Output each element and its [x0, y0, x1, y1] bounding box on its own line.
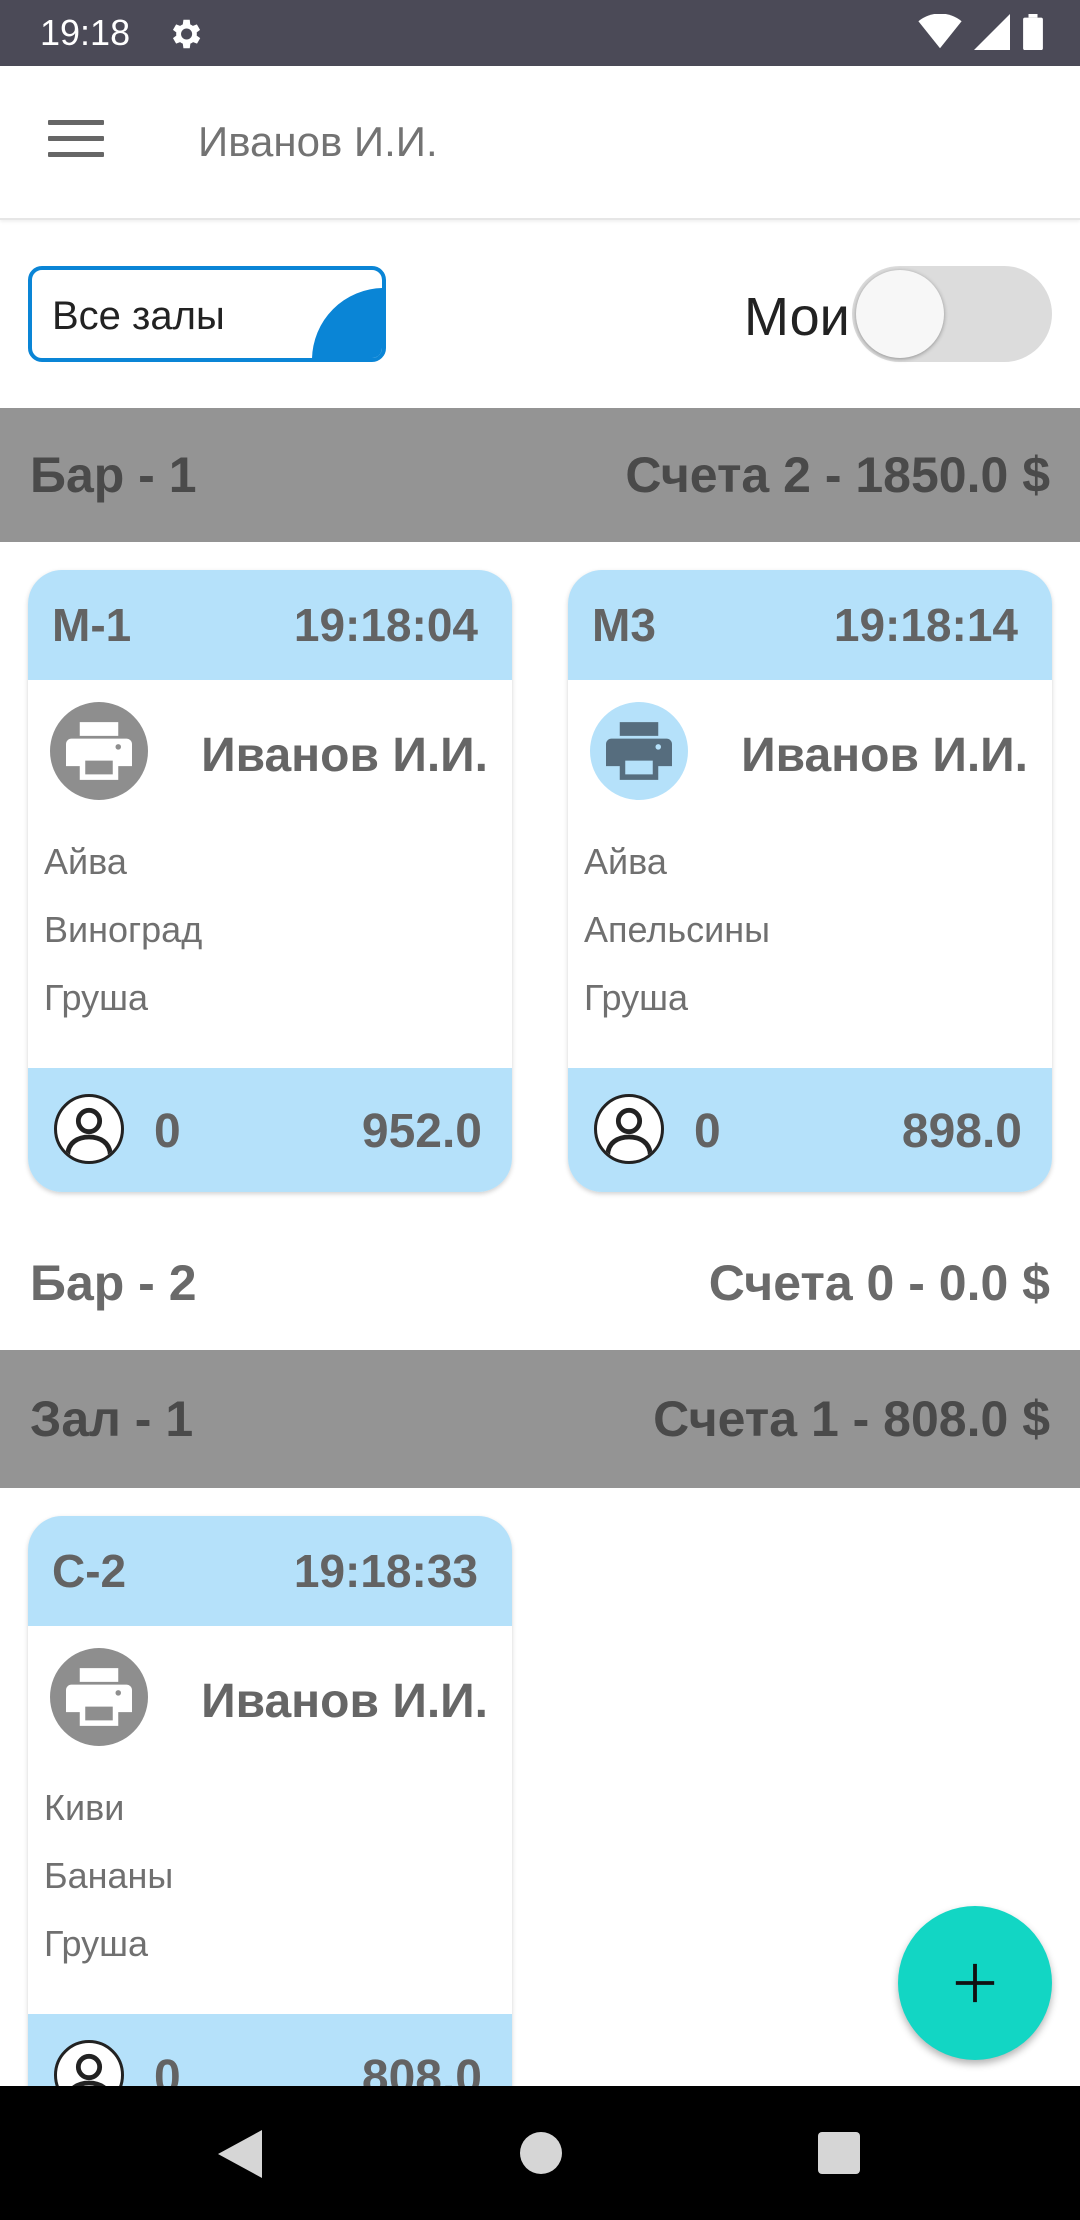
- order-items: Киви Бананы Груша: [44, 1774, 173, 1978]
- card-body: Иванов И.И. Айва Апельсины Груша: [568, 680, 1052, 1068]
- app-bar: Иванов И.И.: [0, 66, 1080, 220]
- order-item: Айва: [584, 841, 667, 882]
- cellular-signal-icon: [974, 14, 1010, 50]
- hamburger-menu-icon[interactable]: [48, 120, 104, 164]
- section-summary: Счета 2 - 1850.0 $: [625, 447, 1050, 503]
- order-total: 952.0: [361, 1105, 482, 1158]
- app-title: Иванов И.И.: [198, 118, 438, 165]
- order-item: Бананы: [44, 1855, 174, 1896]
- table-number: М3: [592, 599, 656, 651]
- person-icon: [594, 1094, 664, 1164]
- card-footer: 0 898.0: [568, 1068, 1052, 1192]
- order-items: Айва Апельсины Груша: [584, 828, 770, 1032]
- section-name: Бар - 1: [30, 447, 197, 503]
- order-item: Апельсины: [584, 909, 770, 950]
- order-item: Груша: [44, 1923, 148, 1964]
- order-card[interactable]: М-1 19:18:04 Иванов И.И. Айва Виноград Г…: [28, 570, 512, 1192]
- order-total: 898.0: [901, 1105, 1022, 1158]
- order-item: Виноград: [44, 909, 203, 950]
- waiter-name: Иванов И.И.: [741, 729, 1028, 782]
- order-item: Айва: [44, 841, 127, 882]
- section-name: Зал - 1: [30, 1391, 194, 1447]
- home-icon[interactable]: [520, 2132, 562, 2174]
- mine-toggle-label: Мои: [744, 287, 850, 347]
- mine-toggle-switch[interactable]: [852, 266, 1052, 362]
- wifi-icon: [918, 14, 962, 49]
- guest-count: 0: [154, 1105, 181, 1158]
- hall-select-value: Все залы: [52, 294, 225, 338]
- recent-apps-icon[interactable]: [818, 2132, 860, 2174]
- card-body: Иванов И.И. Киви Бананы Груша: [28, 1626, 512, 2014]
- plus-icon: [955, 1963, 995, 2003]
- status-indicators: [918, 14, 1044, 50]
- order-card[interactable]: С-2 19:18:33 Иванов И.И. Киви Бананы Гру…: [28, 1516, 512, 2138]
- person-icon: [54, 1094, 124, 1164]
- order-card[interactable]: М3 19:18:14 Иванов И.И. Айва Апельсины Г…: [568, 570, 1052, 1192]
- order-time: 19:18:33: [293, 1545, 478, 1597]
- waiter-name: Иванов И.И.: [201, 729, 488, 782]
- section-summary: Счета 1 - 808.0 $: [653, 1391, 1050, 1447]
- order-items: Айва Виноград Груша: [44, 828, 202, 1032]
- dropdown-corner-icon: [312, 288, 382, 358]
- back-icon[interactable]: [218, 2130, 262, 2178]
- section-name: Бар - 2: [30, 1255, 197, 1311]
- settings-gear-icon: [172, 19, 201, 49]
- table-number: С-2: [52, 1545, 127, 1597]
- printer-icon[interactable]: [590, 702, 688, 800]
- order-item: Груша: [584, 977, 688, 1018]
- section-summary: Счета 0 - 0.0 $: [708, 1255, 1050, 1311]
- printer-icon[interactable]: [50, 702, 148, 800]
- order-item: Груша: [44, 977, 148, 1018]
- card-header: С-2 19:18:33: [28, 1516, 512, 1626]
- card-header: М3 19:18:14: [568, 570, 1052, 680]
- toggle-knob: [856, 270, 944, 358]
- status-bar: 19:18: [0, 0, 1080, 66]
- section-header-bar-1[interactable]: Бар - 1 Счета 2 - 1850.0 $: [0, 408, 1080, 542]
- printer-icon[interactable]: [50, 1648, 148, 1746]
- waiter-name: Иванов И.И.: [201, 1675, 488, 1728]
- table-number: М-1: [52, 599, 132, 651]
- guest-count: 0: [694, 1105, 721, 1158]
- card-body: Иванов И.И. Айва Виноград Груша: [28, 680, 512, 1068]
- section-header-hall-1[interactable]: Зал - 1 Счета 1 - 808.0 $: [0, 1350, 1080, 1488]
- card-footer: 0 952.0: [28, 1068, 512, 1192]
- order-item: Киви: [44, 1787, 125, 1828]
- hall-select-dropdown[interactable]: Все залы: [28, 266, 386, 362]
- status-time: 19:18: [40, 12, 131, 53]
- system-navigation-bar: [0, 2086, 1080, 2220]
- add-order-button[interactable]: [898, 1906, 1052, 2060]
- section-header-bar-2[interactable]: Бар - 2 Счета 0 - 0.0 $: [0, 1216, 1080, 1350]
- battery-icon: [1023, 14, 1043, 50]
- filter-row: Все залы Мои: [0, 220, 1080, 408]
- card-header: М-1 19:18:04: [28, 570, 512, 680]
- order-time: 19:18:14: [833, 599, 1018, 651]
- order-time: 19:18:04: [293, 599, 478, 651]
